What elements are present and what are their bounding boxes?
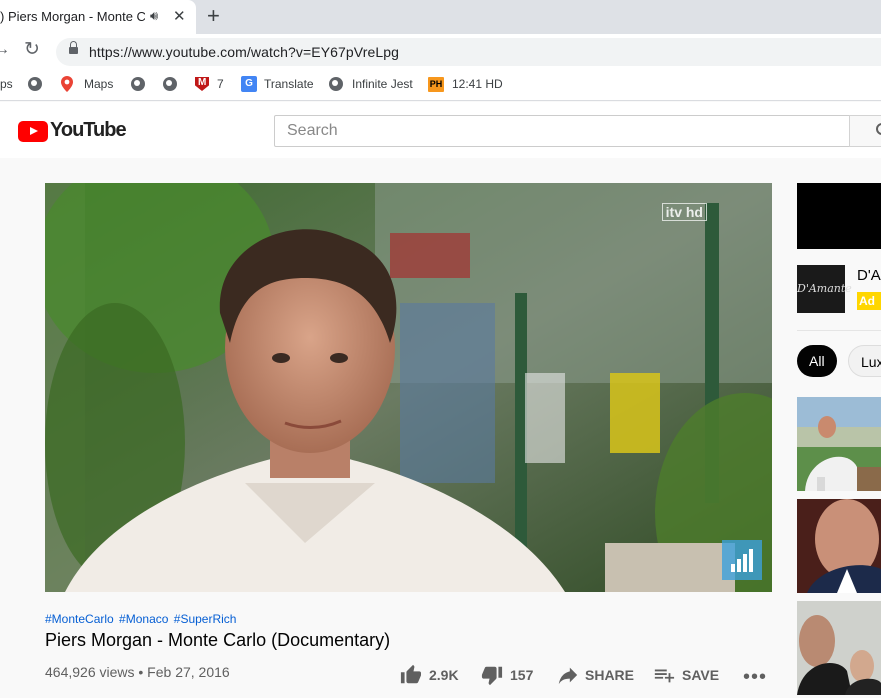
address-bar[interactable]: https://www.youtube.com/watch?v=EY67pVre… <box>56 38 881 66</box>
like-count: 2.9K <box>429 667 459 683</box>
bookmark-apps[interactable]: ps <box>0 77 13 91</box>
bookmark-infinite-jest[interactable]: Infinite Jest <box>352 77 413 91</box>
recommended-thumbnail[interactable] <box>797 397 881 491</box>
globe-icon[interactable] <box>163 77 177 91</box>
search-icon <box>876 123 881 135</box>
share-label: SHARE <box>585 667 635 683</box>
close-icon[interactable]: ✕ <box>173 7 186 25</box>
speaker-icon[interactable]: 🔊︎ <box>150 8 158 24</box>
globe-icon[interactable] <box>131 77 145 91</box>
search-button[interactable] <box>849 115 881 147</box>
bookmark-translate[interactable]: Translate <box>264 77 314 91</box>
ad-logo[interactable]: D'Amante <box>797 265 852 313</box>
thumbnail-image <box>797 601 881 695</box>
mcafee-icon[interactable]: M <box>195 77 209 91</box>
ad-video-thumbnail[interactable] <box>797 183 881 249</box>
lock-icon[interactable] <box>69 41 78 55</box>
maps-pin-icon[interactable] <box>61 76 73 92</box>
bookmark-ph[interactable]: 12:41 HD <box>452 77 503 91</box>
youtube-header: YouTube <box>0 102 881 158</box>
itv-watermark: itv hd <box>661 203 707 221</box>
dislike-count: 157 <box>510 667 534 683</box>
search-input[interactable] <box>275 116 849 146</box>
globe-icon[interactable] <box>28 77 42 91</box>
thumbs-up-icon <box>400 664 422 684</box>
url-text[interactable]: https://www.youtube.com/watch?v=EY67pVre… <box>89 44 399 60</box>
browser-tab[interactable]: ) Piers Morgan - Monte Ca 🔊︎ ✕ <box>0 0 196 34</box>
video-frame <box>45 183 772 592</box>
video-meta: 464,926 views • Feb 27, 2016 <box>45 664 230 680</box>
thumbnail-image <box>797 499 881 593</box>
hashtag-link[interactable]: #SuperRich <box>174 612 237 626</box>
more-actions-icon[interactable]: ••• <box>743 666 767 689</box>
chip-all[interactable]: All <box>797 345 837 377</box>
reload-icon[interactable]: ↻ <box>24 38 40 61</box>
video-title: Piers Morgan - Monte Carlo (Documentary) <box>45 630 391 650</box>
recommended-thumbnail[interactable] <box>797 499 881 593</box>
hashtags: #MonteCarlo #Monaco #SuperRich <box>45 612 238 626</box>
hashtag-link[interactable]: #Monaco <box>119 612 168 626</box>
thumbnail-image <box>797 397 881 491</box>
browser-toolbar: → ↻ https://www.youtube.com/watch?v=EY67… <box>0 34 881 69</box>
hashtag-link[interactable]: #MonteCarlo <box>45 612 114 626</box>
video-player[interactable]: itv hd <box>45 183 772 592</box>
divider <box>797 330 881 331</box>
thumbs-down-icon <box>481 666 503 686</box>
search-box[interactable] <box>274 115 850 147</box>
browser-tab-bar: ) Piers Morgan - Monte Ca 🔊︎ ✕ + <box>0 0 881 34</box>
bookmark-mcafee-count[interactable]: 7 <box>217 77 224 91</box>
bookmark-maps[interactable]: Maps <box>84 77 113 91</box>
share-arrow-icon <box>558 667 578 685</box>
chip-lux[interactable]: Lux <box>848 345 881 377</box>
youtube-logo-icon[interactable] <box>18 121 48 142</box>
stats-badge-icon[interactable] <box>722 540 762 580</box>
save-label: SAVE <box>682 667 720 683</box>
globe-icon[interactable] <box>329 77 343 91</box>
tab-title: ) Piers Morgan - Monte Ca <box>0 9 145 24</box>
translate-icon[interactable]: G <box>241 76 257 92</box>
ad-title[interactable]: D'A <box>857 267 881 284</box>
youtube-logo-text[interactable]: YouTube <box>50 119 127 142</box>
bookmarks-bar: ps Maps M 7 G Translate Infinite Jest PH… <box>0 69 881 101</box>
ad-badge: Ad <box>857 292 881 310</box>
forward-arrow-icon[interactable]: → <box>0 41 10 59</box>
recommended-thumbnail[interactable] <box>797 601 881 695</box>
new-tab-button[interactable]: + <box>207 3 220 29</box>
playlist-add-icon <box>654 669 675 683</box>
ph-icon[interactable]: PH <box>428 77 444 92</box>
